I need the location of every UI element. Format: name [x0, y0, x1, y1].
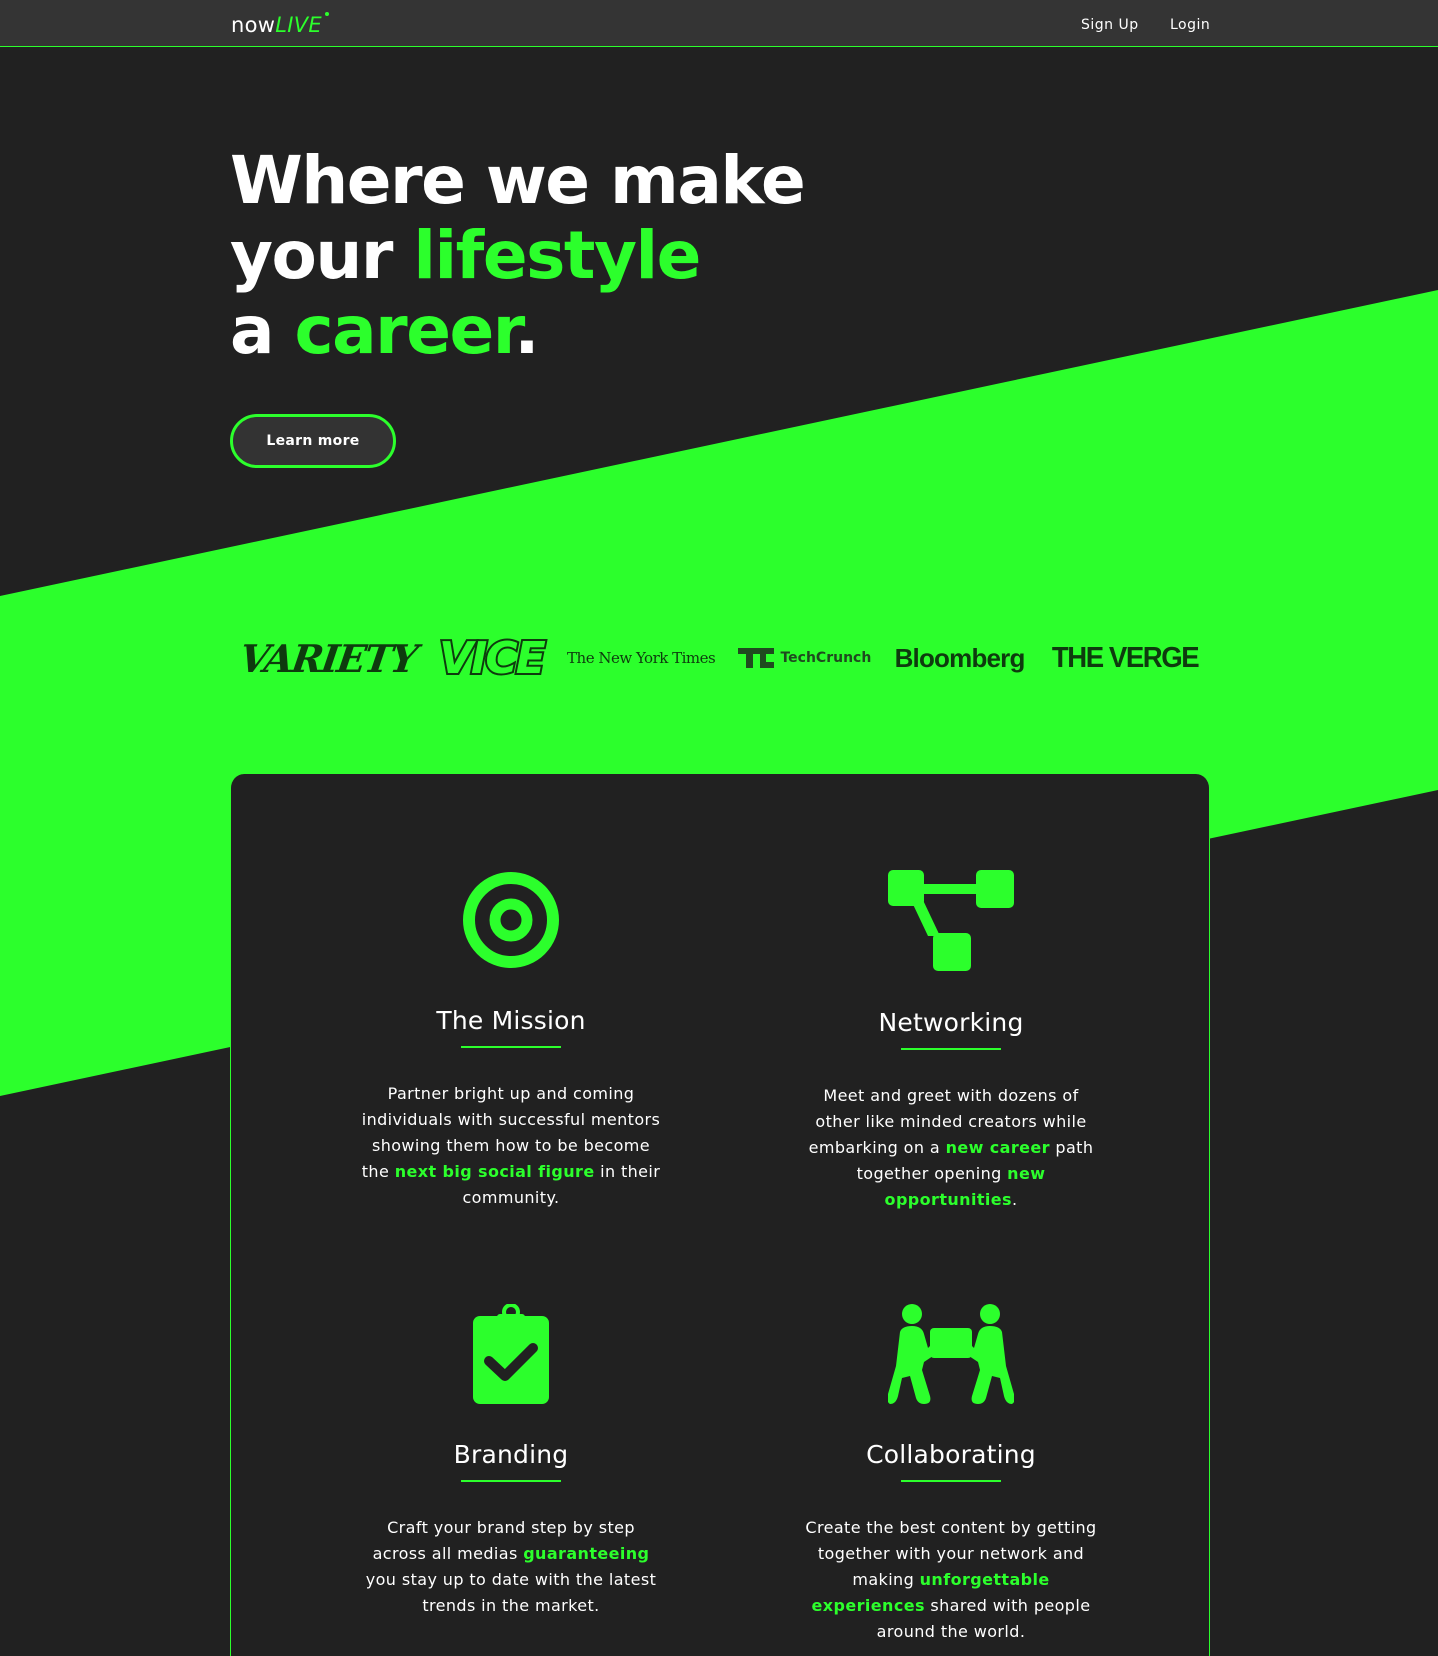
feature-title-collaborating: Collaborating [866, 1440, 1036, 1469]
feature-text-collaborating: Create the best content by getting toget… [801, 1515, 1101, 1645]
people-carry-icon [888, 1304, 1014, 1404]
title-underline [461, 1046, 561, 1048]
branding-highlight: guaranteeing [523, 1544, 650, 1563]
feature-text-mission: Partner bright up and coming individuals… [361, 1081, 661, 1211]
hero-line-1-text: Where we make [230, 142, 806, 219]
hero-line-3: a career. [230, 293, 804, 368]
press-logos: VARIETY VICE The New York Times TechCrun… [236, 630, 1202, 686]
feature-title-branding: Branding [453, 1440, 569, 1469]
brand-now: now [231, 13, 276, 37]
hero-line-2-text: your [230, 217, 414, 294]
hero-highlight-lifestyle: lifestyle [413, 217, 701, 294]
techcrunch-wordmark: TechCrunch [780, 650, 872, 666]
hero-highlight-career: career [294, 292, 516, 369]
title-underline [901, 1048, 1001, 1050]
feature-collaborating: Collaborating Create the best content by… [731, 1304, 1171, 1645]
branding-text-2: you stay up to date with the latest tren… [365, 1570, 657, 1615]
feature-text-networking: Meet and greet with dozens of other like… [801, 1083, 1101, 1213]
features-card: The Mission Partner bright up and coming… [230, 774, 1210, 1656]
target-icon [463, 872, 559, 968]
brand-live: LIVE [275, 13, 322, 37]
navbar: nowLIVE Sign Up Login [0, 0, 1438, 47]
signup-link[interactable]: Sign Up [1081, 17, 1139, 33]
hero-headline: Where we make your lifestyle a career. [230, 142, 806, 368]
learn-more-button[interactable]: Learn more [230, 414, 396, 468]
bloomberg-logo: Bloomberg [894, 642, 1026, 673]
the-verge-logo: THE VERGE [1051, 641, 1200, 674]
feature-text-branding: Craft your brand step by step across all… [361, 1515, 661, 1619]
clipboard-check-icon [473, 1304, 549, 1404]
feature-mission: The Mission Partner bright up and coming… [291, 872, 731, 1211]
title-underline [461, 1480, 561, 1482]
login-link[interactable]: Login [1170, 17, 1210, 33]
feature-title-networking: Networking [878, 1008, 1024, 1037]
feature-title-mission: The Mission [436, 1006, 586, 1035]
networking-text-3: . [1011, 1190, 1018, 1209]
variety-logo: VARIETY [236, 635, 419, 681]
hero-line-1: Where we make [230, 142, 806, 219]
networking-highlight-1: new career [945, 1138, 1050, 1157]
feature-branding: Branding Craft your brand step by step a… [291, 1304, 731, 1619]
network-icon [888, 870, 1014, 971]
title-underline [901, 1480, 1001, 1482]
feature-networking: Networking Meet and greet with dozens of… [731, 870, 1171, 1213]
hero-line-3-text: a [230, 292, 295, 369]
hero-period: . [514, 292, 539, 369]
hero-line-2: your lifestyle [230, 218, 804, 293]
mission-highlight: next big social figure [394, 1162, 595, 1181]
vice-logo: VICE [437, 631, 548, 686]
techcrunch-mark-icon [738, 648, 775, 668]
nyt-logo: The New York Times [567, 649, 716, 667]
techcrunch-logo: TechCrunch [738, 648, 871, 668]
brand-dot-icon [324, 12, 329, 16]
brand-logo[interactable]: nowLIVE [231, 12, 329, 37]
